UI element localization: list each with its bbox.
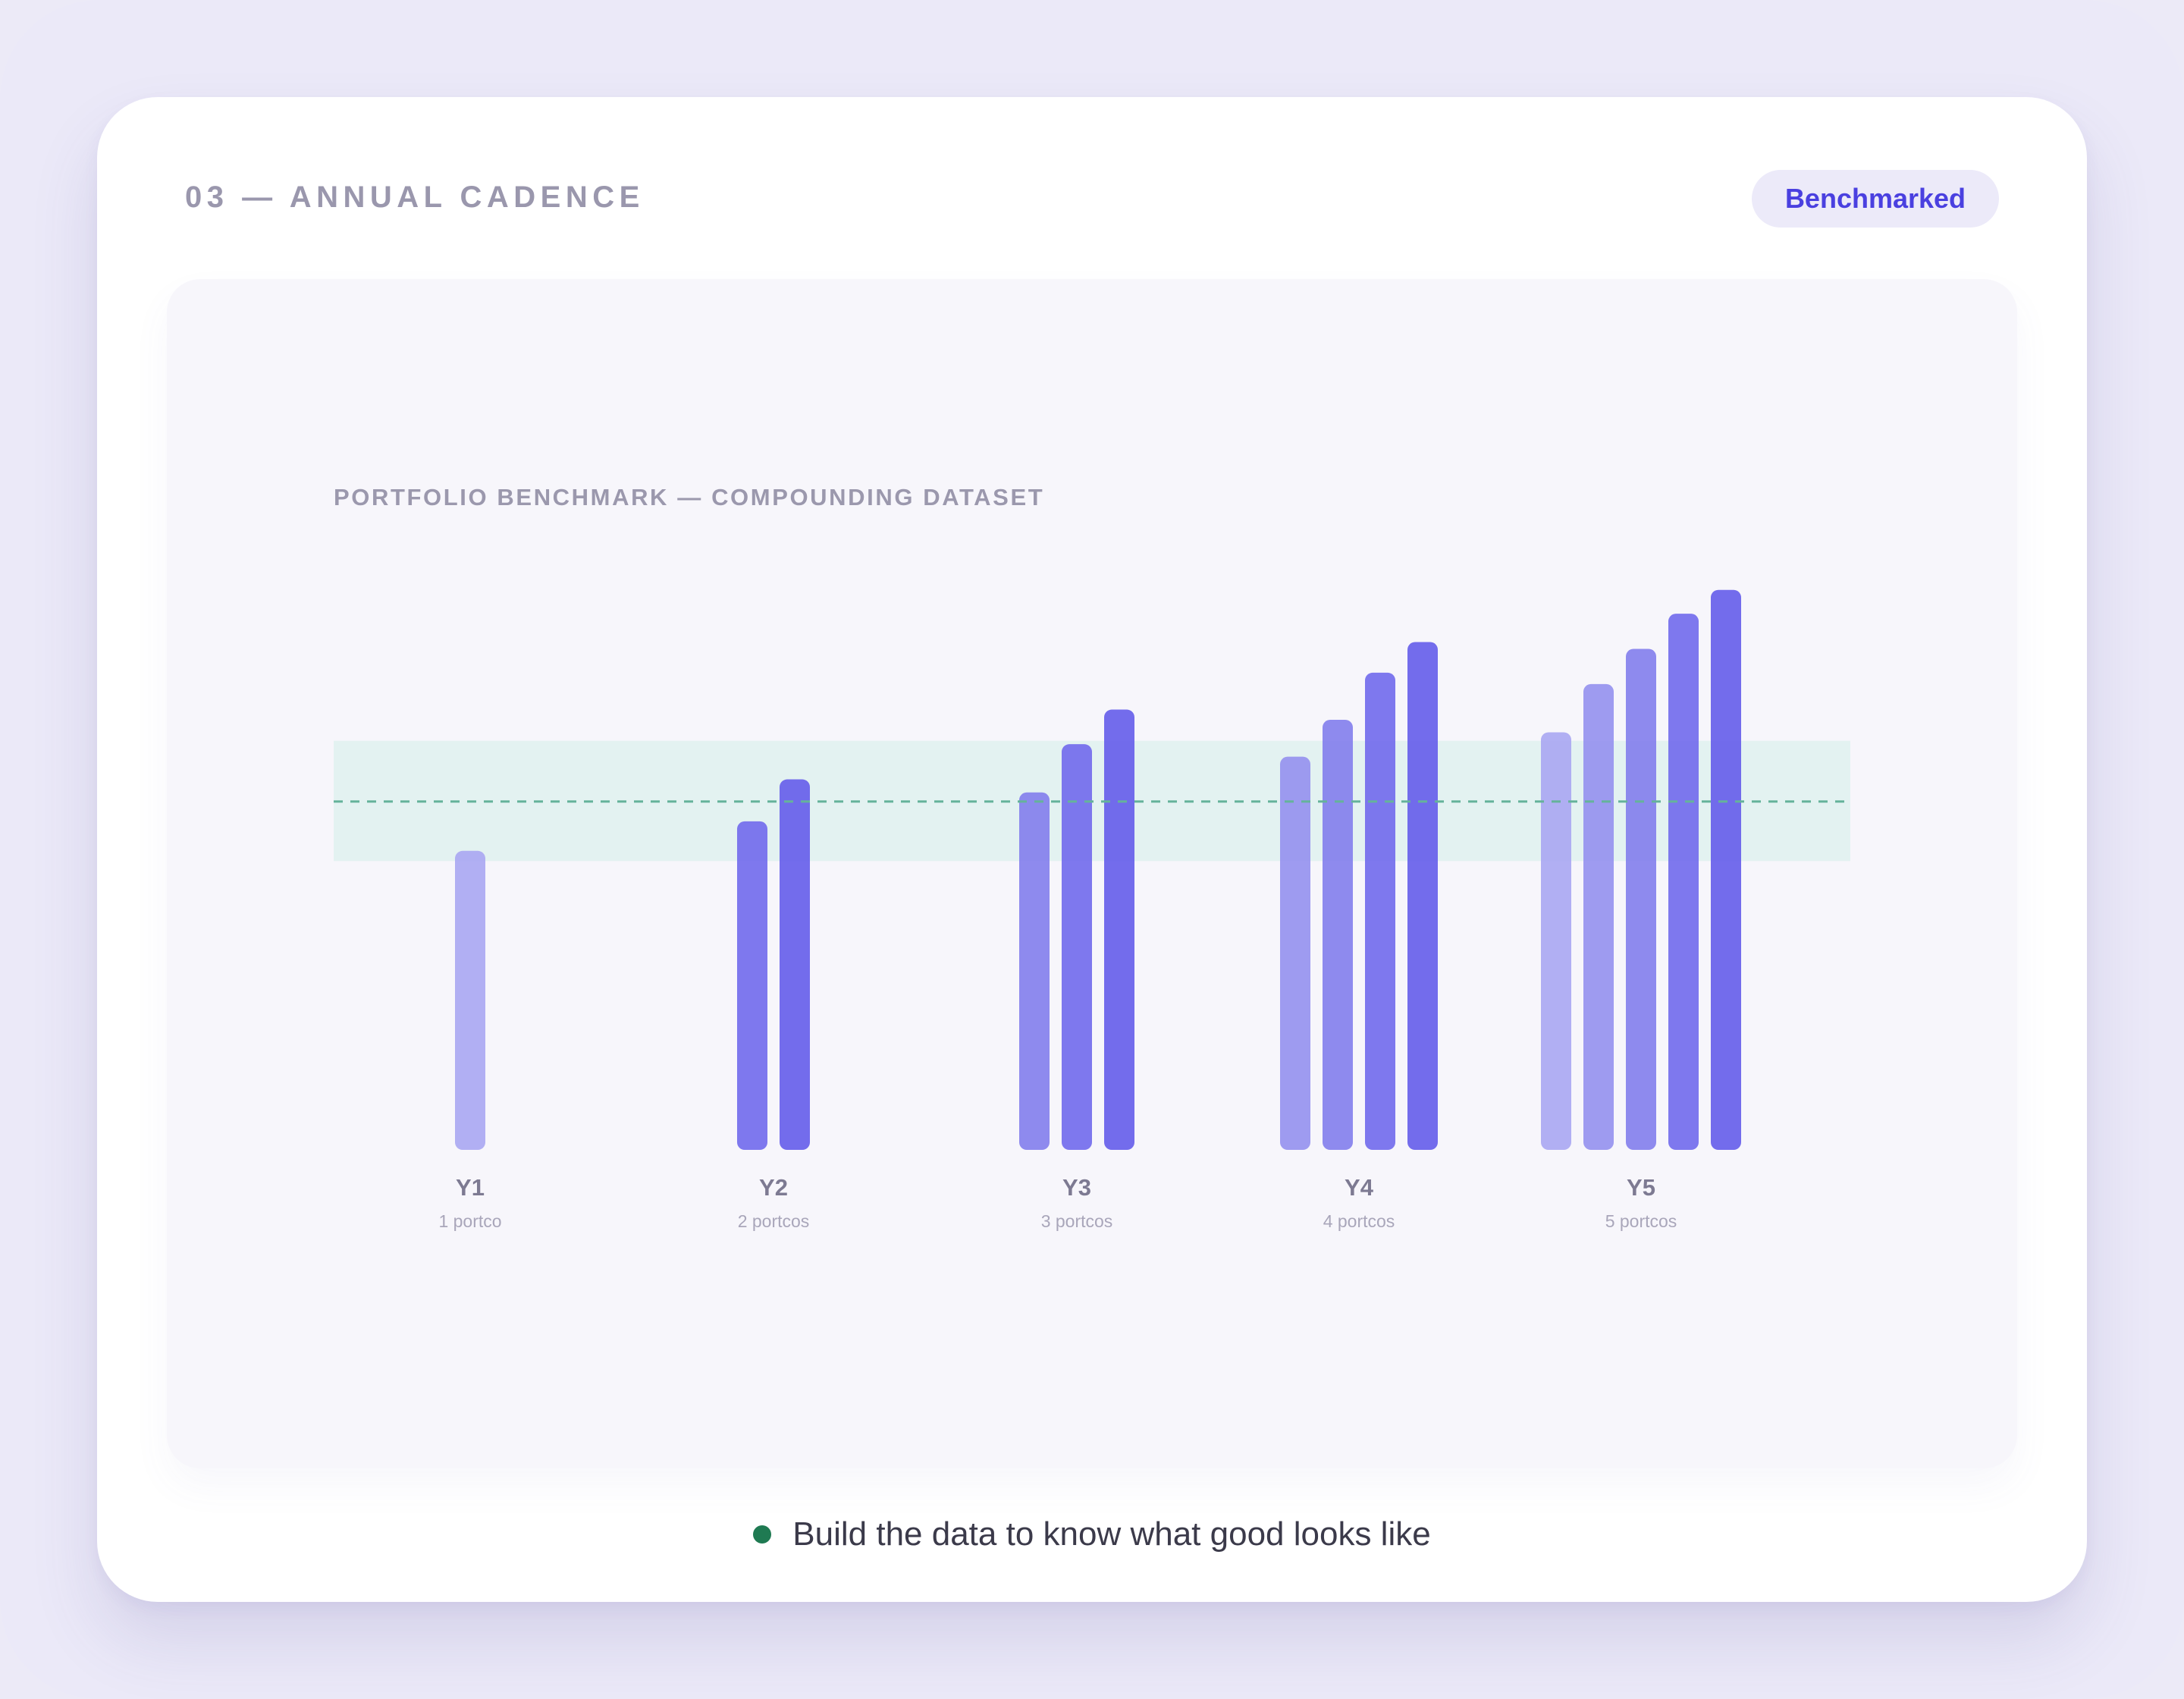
category-sublabel-y1: 1 portco <box>438 1211 501 1231</box>
bar-y5-5 <box>1711 589 1741 1150</box>
bar-y2-2 <box>780 779 810 1150</box>
bar-y4-3 <box>1365 672 1395 1150</box>
benchmarked-badge: Benchmarked <box>1752 170 1999 228</box>
bar-y1-1 <box>455 850 485 1150</box>
category-label-y1: Y1 <box>456 1174 485 1201</box>
section-title: 03 — ANNUAL CADENCE <box>185 181 645 214</box>
bar-y4-4 <box>1407 642 1438 1150</box>
category-label-y2: Y2 <box>759 1174 788 1201</box>
bar-y5-3 <box>1626 649 1656 1150</box>
chart-panel: PORTFOLIO BENCHMARK — COMPOUNDING DATASE… <box>167 279 2017 1468</box>
benchmark-bar-chart: Y1 1 portco Y2 2 portcos Y3 3 portcos Y4 4 port… <box>334 589 1850 1231</box>
category-sublabel-y4: 4 portcos <box>1323 1211 1395 1231</box>
footer-text: Build the data to know what good looks l… <box>792 1515 1431 1553</box>
bar-y5-1 <box>1541 732 1571 1150</box>
category-sublabel-y5: 5 portcos <box>1605 1211 1677 1231</box>
bar-y5-4 <box>1668 614 1699 1150</box>
category-label-y4: Y4 <box>1345 1174 1374 1201</box>
category-sublabel-y3: 3 portcos <box>1041 1211 1113 1231</box>
background-frame: 03 — ANNUAL CADENCE Benchmarked PORTFOLI… <box>0 0 2184 1699</box>
slide-card: 03 — ANNUAL CADENCE Benchmarked PORTFOLI… <box>97 97 2087 1602</box>
category-label-y3: Y3 <box>1062 1174 1091 1201</box>
bar-y3-3 <box>1104 709 1134 1150</box>
bar-y3-2 <box>1062 744 1092 1150</box>
bar-y4-2 <box>1323 720 1353 1150</box>
bar-y5-2 <box>1583 683 1614 1150</box>
bar-y2-1 <box>737 821 767 1150</box>
category-label-y5: Y5 <box>1627 1174 1655 1201</box>
footer-note: Build the data to know what good looks l… <box>97 1515 2087 1553</box>
category-sublabel-y2: 2 portcos <box>738 1211 810 1231</box>
badge-label: Benchmarked <box>1784 183 1966 214</box>
bar-y4-1 <box>1280 756 1310 1150</box>
status-dot-icon <box>753 1525 772 1544</box>
bar-y3-1 <box>1019 792 1050 1150</box>
